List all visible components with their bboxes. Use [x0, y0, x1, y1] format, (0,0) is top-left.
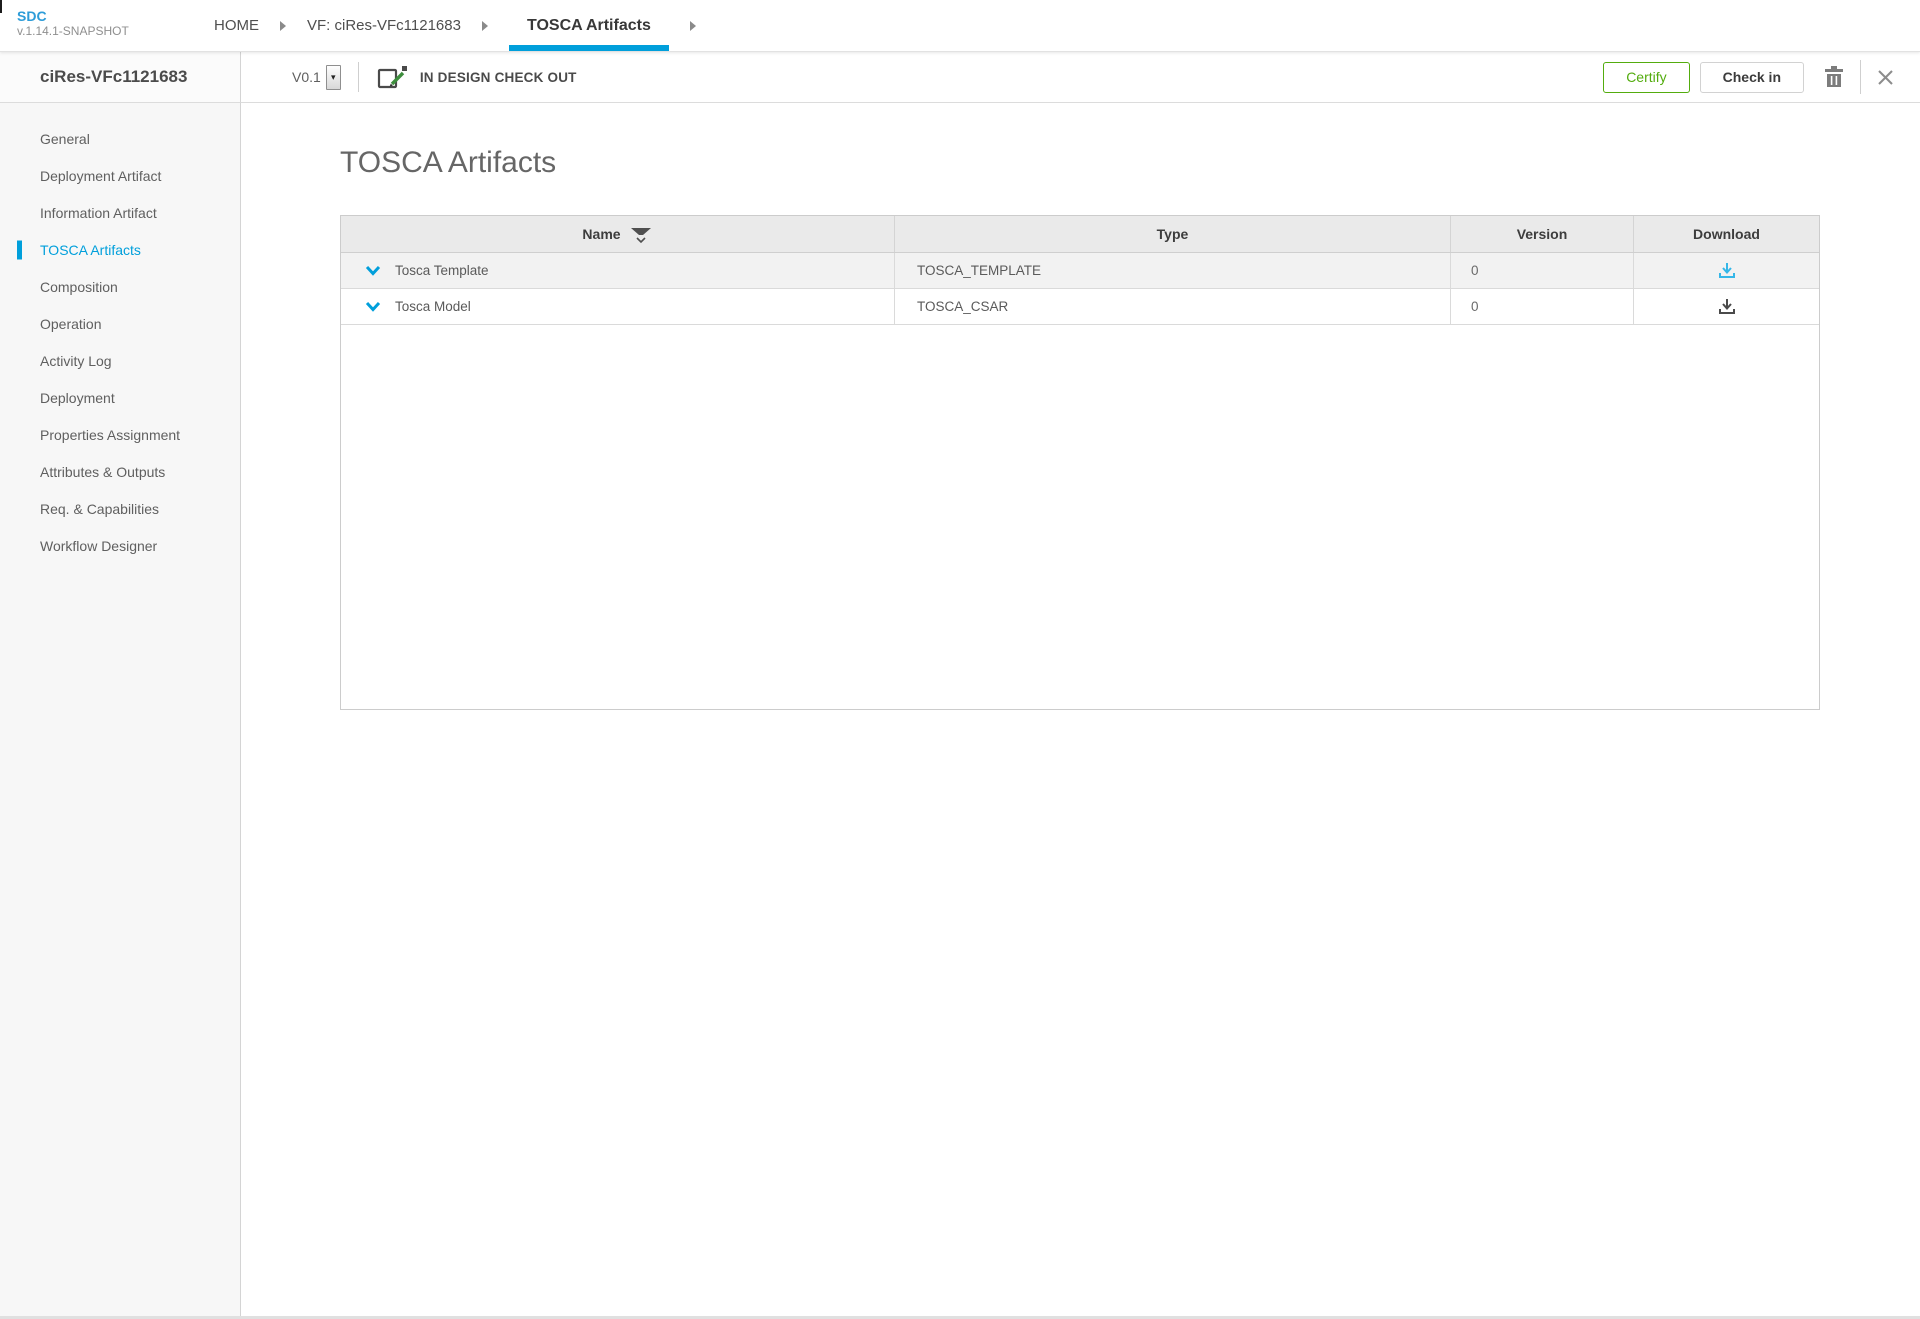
sidebar-item-information-artifact[interactable]: Information Artifact — [0, 194, 240, 231]
sidebar-item-req-capabilities[interactable]: Req. & Capabilities — [0, 490, 240, 527]
artifact-name: Tosca Model — [395, 299, 471, 314]
artifact-version-cell: 0 — [1451, 253, 1634, 288]
trash-icon — [1823, 65, 1845, 89]
page-title: TOSCA Artifacts — [340, 145, 1920, 181]
delete-button[interactable] — [1823, 65, 1845, 89]
column-header-name-label: Name — [582, 226, 620, 242]
app-version-label: v.1.14.1-SNAPSHOT — [17, 24, 214, 38]
sidebar-item-deployment[interactable]: Deployment — [0, 379, 240, 416]
chevron-down-icon[interactable] — [365, 265, 381, 276]
artifact-version-cell: 0 — [1451, 289, 1634, 324]
lifecycle-state-label: IN DESIGN CHECK OUT — [420, 70, 577, 85]
artifact-download-cell — [1634, 289, 1819, 324]
sidebar-item-tosca-artifacts[interactable]: TOSCA Artifacts — [0, 231, 240, 268]
sidebar-item-attributes-outputs[interactable]: Attributes & Outputs — [0, 453, 240, 490]
chevron-down-icon[interactable] — [365, 301, 381, 312]
breadcrumb: HOME VF: ciRes-VFc1121683 TOSCA Artifact… — [214, 0, 717, 51]
component-title: ciRes-VFc1121683 — [40, 67, 187, 87]
close-button[interactable] — [1876, 68, 1895, 87]
artifact-name: Tosca Template — [395, 263, 489, 278]
column-header-type: Type — [895, 216, 1451, 252]
top-header: SDC v.1.14.1-SNAPSHOT HOME VF: ciRes-VFc… — [0, 0, 1920, 52]
check-in-button[interactable]: Check in — [1700, 62, 1804, 93]
checkout-edit-icon — [376, 63, 410, 91]
sidebar-item-activity-log[interactable]: Activity Log — [0, 342, 240, 379]
column-header-version: Version — [1451, 216, 1634, 252]
breadcrumb-item-vf[interactable]: VF: ciRes-VFc1121683 — [307, 0, 461, 51]
breadcrumb-item-tosca-artifacts[interactable]: TOSCA Artifacts — [509, 0, 669, 51]
version-dropdown[interactable]: ▾ — [326, 65, 341, 90]
app-logo-title: SDC — [17, 9, 214, 24]
download-icon[interactable] — [1718, 262, 1736, 279]
table-header-row: Name Type Version Download — [341, 216, 1819, 253]
artifact-type-cell: TOSCA_CSAR — [895, 289, 1451, 324]
breadcrumb-item-home[interactable]: HOME — [214, 0, 259, 51]
workspace-header-row: ciRes-VFc1121683 V0.1 ▾ IN DESIGN CHECK … — [0, 52, 1920, 103]
artifact-name-cell: Tosca Template — [341, 253, 895, 288]
sidebar-menu: General Deployment Artifact Information … — [0, 103, 240, 564]
column-header-download: Download — [1634, 216, 1819, 252]
download-icon[interactable] — [1718, 298, 1736, 315]
close-icon — [1876, 68, 1895, 87]
breadcrumb-arrow-icon — [690, 21, 696, 31]
breadcrumb-arrow-icon — [280, 21, 286, 31]
app-logo: SDC v.1.14.1-SNAPSHOT — [0, 0, 214, 51]
workspace-toolbar: V0.1 ▾ IN DESIGN CHECK OUT Certify Check… — [241, 52, 1920, 103]
version-label: V0.1 — [292, 69, 321, 85]
funnel-sort-icon[interactable] — [629, 226, 653, 244]
sidebar-item-general[interactable]: General — [0, 120, 240, 157]
toolbar-divider — [358, 62, 359, 92]
sidebar-item-deployment-artifact[interactable]: Deployment Artifact — [0, 157, 240, 194]
sidebar: General Deployment Artifact Information … — [0, 103, 241, 1319]
toolbar-divider — [1860, 60, 1861, 94]
main-content: TOSCA Artifacts Name Type Version Downlo… — [241, 103, 1920, 1319]
component-header: ciRes-VFc1121683 — [0, 52, 241, 103]
artifact-name-cell: Tosca Model — [341, 289, 895, 324]
sidebar-item-composition[interactable]: Composition — [0, 268, 240, 305]
column-header-name: Name — [341, 216, 895, 252]
table-row: Tosca Model TOSCA_CSAR 0 — [341, 289, 1819, 325]
sidebar-item-operation[interactable]: Operation — [0, 305, 240, 342]
artifact-type-cell: TOSCA_TEMPLATE — [895, 253, 1451, 288]
certify-button[interactable]: Certify — [1603, 62, 1689, 93]
breadcrumb-arrow-icon — [482, 21, 488, 31]
table-row: Tosca Template TOSCA_TEMPLATE 0 — [341, 253, 1819, 289]
artifact-download-cell — [1634, 253, 1819, 288]
corner-mark — [0, 0, 2, 13]
tosca-artifacts-table: Name Type Version Download Tosca Templat… — [340, 215, 1820, 710]
sidebar-item-properties-assignment[interactable]: Properties Assignment — [0, 416, 240, 453]
sidebar-item-workflow-designer[interactable]: Workflow Designer — [0, 527, 240, 564]
